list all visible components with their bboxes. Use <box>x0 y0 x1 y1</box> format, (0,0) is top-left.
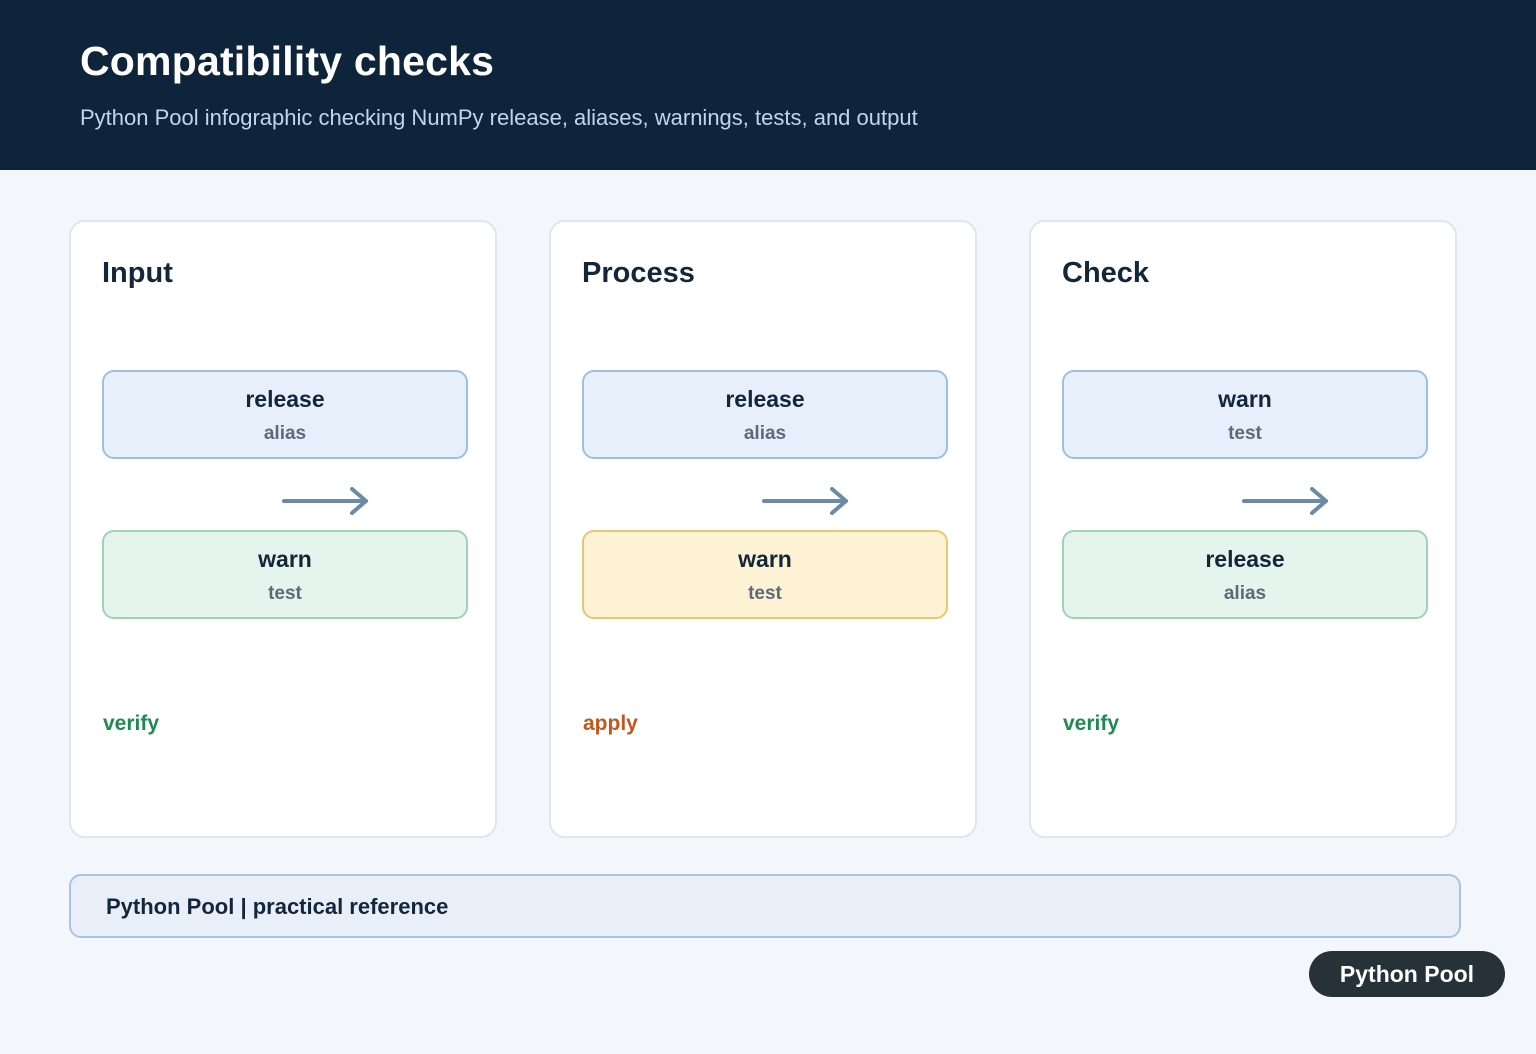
node-bottom: warn test <box>102 530 468 619</box>
panel-title: Process <box>582 257 695 289</box>
page-subtitle: Python Pool infographic checking NumPy r… <box>80 105 918 130</box>
node-sublabel: test <box>268 583 302 604</box>
arrow-right-icon <box>1242 487 1328 515</box>
node-sublabel: alias <box>1223 583 1267 604</box>
node-top: warn test <box>1062 370 1428 459</box>
panel-status: verify <box>1063 712 1120 735</box>
node-label: release <box>725 386 805 412</box>
node-sublabel: test <box>1228 423 1262 444</box>
header: Compatibility checks Python Pool infogra… <box>0 0 1536 170</box>
brand-badge: Python Pool <box>1309 951 1505 997</box>
node-top: release alias <box>102 370 468 459</box>
node-top: release alias <box>582 370 948 459</box>
node-label: release <box>1205 546 1285 572</box>
arrow-right-icon <box>282 487 368 515</box>
node-bottom: release alias <box>1062 530 1428 619</box>
panel-input: Input release alias warn test verify <box>69 220 497 838</box>
page-title: Compatibility checks <box>80 38 495 84</box>
node-label: release <box>245 386 325 412</box>
node-sublabel: alias <box>743 423 787 444</box>
panel-check: Check warn test release alias verify <box>1029 220 1457 838</box>
panel-title: Input <box>102 257 173 289</box>
footer-text: Python Pool | practical reference <box>106 894 449 919</box>
node-label: warn <box>738 546 792 572</box>
arrow-right-icon <box>762 487 848 515</box>
panel-process: Process release alias warn test apply <box>549 220 977 838</box>
panel-status: verify <box>103 712 160 735</box>
node-label: warn <box>258 546 312 572</box>
node-label: warn <box>1218 386 1272 412</box>
node-bottom: warn test <box>582 530 948 619</box>
node-sublabel: alias <box>263 423 307 444</box>
footer-bar: Python Pool | practical reference <box>69 874 1461 938</box>
node-sublabel: test <box>748 583 782 604</box>
panel-status: apply <box>583 712 638 735</box>
panel-title: Check <box>1062 257 1150 289</box>
